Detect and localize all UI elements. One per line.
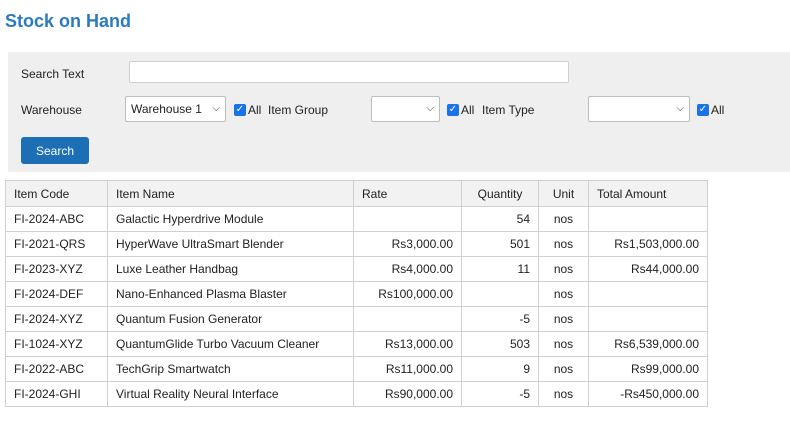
cell-item-name: QuantumGlide Turbo Vacuum Cleaner [107, 331, 354, 357]
item-type-all-label: All [711, 103, 725, 117]
cell-quantity: -5 [461, 381, 539, 407]
cell-total-amount: Rs6,539,000.00 [588, 331, 708, 357]
cell-item-code: FI-2024-ABC [5, 206, 108, 232]
cell-quantity: 503 [461, 331, 539, 357]
item-group-label: Item Group [268, 103, 329, 117]
cell-item-name: Luxe Leather Handbag [107, 256, 354, 282]
cell-item-name: Quantum Fusion Generator [107, 306, 354, 332]
cell-total-amount [588, 206, 708, 232]
chevron-down-icon: ⌵ [676, 103, 684, 114]
table-row[interactable]: FI-1024-XYZ QuantumGlide Turbo Vacuum Cle… [5, 331, 708, 357]
stock-table: Item Code Item Name Rate Quantity Unit T… [5, 180, 708, 407]
cell-quantity: -5 [461, 306, 539, 332]
table-row[interactable]: FI-2024-ABC Galactic Hyperdrive Module 54 n… [5, 206, 708, 232]
item-type-label: Item Type [482, 103, 535, 117]
cell-quantity: 54 [461, 206, 539, 232]
cell-unit: nos [538, 231, 589, 257]
search-text-label: Search Text [21, 67, 85, 81]
table-row[interactable]: FI-2022-ABC TechGrip Smartwatch Rs11,000.0… [5, 356, 708, 382]
cell-unit: nos [538, 206, 589, 232]
search-button[interactable]: Search [21, 137, 89, 164]
search-text-input[interactable] [129, 61, 569, 83]
cell-total-amount: -Rs450,000.00 [588, 381, 708, 407]
cell-item-name: HyperWave UltraSmart Blender [107, 231, 354, 257]
cell-quantity [461, 281, 539, 307]
column-header-quantity[interactable]: Quantity [461, 180, 539, 207]
cell-item-code: FI-2024-DEF [5, 281, 108, 307]
cell-item-name: Galactic Hyperdrive Module [107, 206, 354, 232]
column-header-rate[interactable]: Rate [353, 180, 462, 207]
chevron-down-icon: ⌵ [426, 103, 434, 114]
cell-unit: nos [538, 306, 589, 332]
cell-rate: Rs3,000.00 [353, 231, 462, 257]
item-group-select[interactable]: ⌵ [371, 96, 440, 122]
page-title: Stock on Hand [5, 11, 132, 31]
cell-item-code: FI-2021-QRS [5, 231, 108, 257]
cell-rate: Rs4,000.00 [353, 256, 462, 282]
cell-unit: nos [538, 356, 589, 382]
cell-total-amount: Rs44,000.00 [588, 256, 708, 282]
cell-quantity: 9 [461, 356, 539, 382]
cell-rate [353, 206, 462, 232]
cell-total-amount [588, 281, 708, 307]
table-row[interactable]: FI-2023-XYZ Luxe Leather Handbag Rs4,000.0… [5, 256, 708, 282]
chevron-down-icon: ⌵ [212, 103, 220, 114]
table-row[interactable]: FI-2021-QRS HyperWave UltraSmart Blender R… [5, 231, 708, 257]
column-header-item-name[interactable]: Item Name [107, 180, 354, 207]
table-header-row: Item Code Item Name Rate Quantity Unit T… [5, 180, 708, 207]
table-row[interactable]: FI-2024-DEF Nano-Enhanced Plasma Blaster R… [5, 281, 708, 307]
cell-total-amount: Rs99,000.00 [588, 356, 708, 382]
item-type-select[interactable]: ⌵ [588, 96, 690, 122]
cell-item-name: TechGrip Smartwatch [107, 356, 354, 382]
cell-unit: nos [538, 281, 589, 307]
table-row[interactable]: FI-2024-XYZ Quantum Fusion Generator -5 nos [5, 306, 708, 332]
cell-unit: nos [538, 331, 589, 357]
item-group-all-checkbox[interactable]: ✓ [447, 104, 459, 116]
item-group-all-label: All [461, 103, 475, 117]
column-header-unit[interactable]: Unit [538, 180, 589, 207]
column-header-total-amount[interactable]: Total Amount [588, 180, 708, 207]
cell-item-name: Virtual Reality Neural Interface [107, 381, 354, 407]
filter-panel: Search Text Warehouse Warehouse 1 ⌵ ✓ Al… [8, 52, 790, 172]
cell-item-name: Nano-Enhanced Plasma Blaster [107, 281, 354, 307]
cell-item-code: FI-2024-GHI [5, 381, 108, 407]
cell-item-code: FI-1024-XYZ [5, 331, 108, 357]
warehouse-select[interactable]: Warehouse 1 ⌵ [125, 96, 226, 122]
cell-unit: nos [538, 381, 589, 407]
warehouse-selected-value: Warehouse 1 [131, 102, 202, 116]
table-row[interactable]: FI-2024-GHI Virtual Reality Neural Interf… [5, 381, 708, 407]
cell-item-code: FI-2022-ABC [5, 356, 108, 382]
warehouse-label: Warehouse [21, 103, 82, 117]
cell-rate: Rs13,000.00 [353, 331, 462, 357]
item-type-all-checkbox[interactable]: ✓ [697, 104, 709, 116]
column-header-item-code[interactable]: Item Code [5, 180, 108, 207]
cell-item-code: FI-2024-XYZ [5, 306, 108, 332]
cell-rate: Rs11,000.00 [353, 356, 462, 382]
stock-table-body: FI-2024-ABC Galactic Hyperdrive Module 54 n… [5, 206, 708, 407]
cell-item-code: FI-2023-XYZ [5, 256, 108, 282]
cell-rate [353, 306, 462, 332]
cell-total-amount: Rs1,503,000.00 [588, 231, 708, 257]
cell-total-amount [588, 306, 708, 332]
cell-quantity: 501 [461, 231, 539, 257]
cell-rate: Rs90,000.00 [353, 381, 462, 407]
warehouse-all-checkbox[interactable]: ✓ [234, 104, 246, 116]
cell-quantity: 11 [461, 256, 539, 282]
cell-unit: nos [538, 256, 589, 282]
cell-rate: Rs100,000.00 [353, 281, 462, 307]
warehouse-all-label: All [248, 103, 262, 117]
